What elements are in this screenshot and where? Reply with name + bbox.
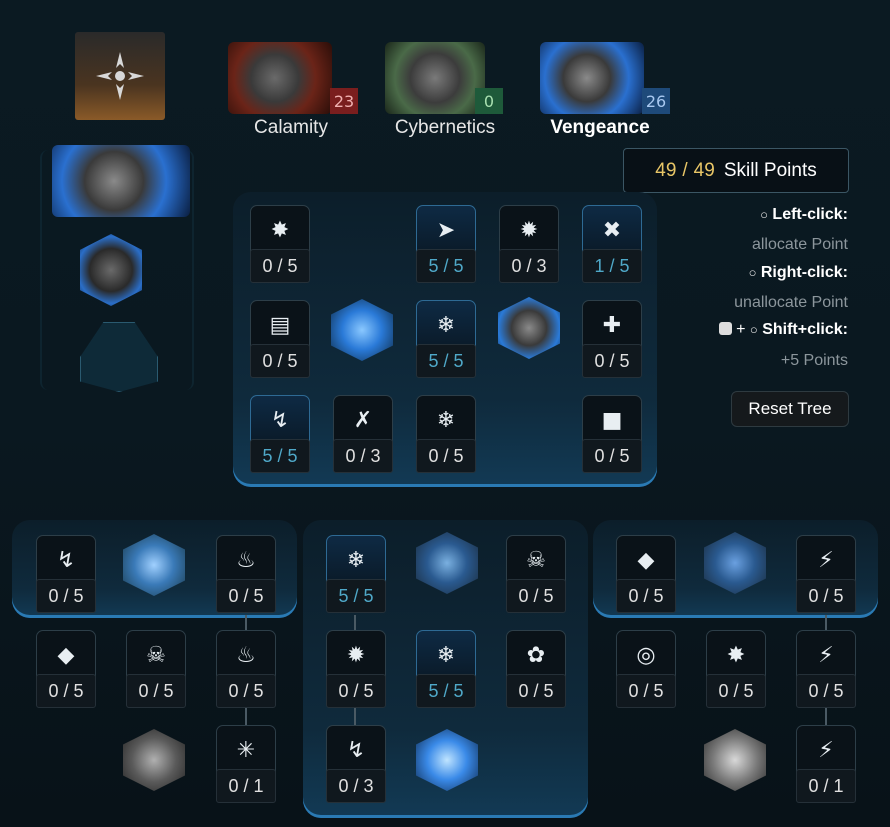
shift-key-icon — [718, 322, 732, 335]
skill-node[interactable]: ☠ 0 / 5 — [506, 535, 566, 613]
spiked-gear-icon: ✹ — [326, 630, 386, 680]
skill-node[interactable]: ☠ 0 / 5 — [126, 630, 186, 708]
skill-node[interactable]: ▤ 0 / 5 — [250, 300, 310, 378]
burst-icon: ✳ — [216, 725, 276, 775]
skill-node[interactable]: ✳ 0 / 1 — [216, 725, 276, 803]
skill-node[interactable]: ➤ 5 / 5 — [416, 205, 476, 283]
frost-swirl-icon: ↯ — [326, 725, 386, 775]
turret-icon: ▤ — [250, 300, 310, 350]
skill-node[interactable]: ✹ 0 / 3 — [499, 205, 559, 283]
spec-vengeance[interactable]: 26 — [540, 42, 670, 114]
skill-points-label: Skill Points — [723, 159, 817, 181]
gear-target-icon: ✸ — [250, 205, 310, 255]
swirl-icon: ↯ — [36, 535, 96, 585]
snowflake-cross-icon: ❄ — [326, 535, 386, 585]
skill-node[interactable]: ✖ 1 / 5 — [582, 205, 642, 283]
help-left-click: ○ Left-click: — [760, 206, 848, 223]
key-passive-storm-gauntlet[interactable] — [700, 528, 770, 598]
lightning-icon: ⚡ — [796, 535, 856, 585]
key-passive-frost-crystal[interactable] — [327, 295, 397, 365]
skill-node[interactable]: ✸ 0 / 5 — [706, 630, 766, 708]
key-passive-frost-blade[interactable] — [412, 528, 482, 598]
skill-node[interactable]: ♨ 0 / 5 — [216, 535, 276, 613]
portrait-frame — [40, 150, 194, 390]
key-passive-blue-flame[interactable] — [412, 725, 482, 795]
lightning-strike-icon: ⚡ — [796, 630, 856, 680]
skill-node[interactable]: ⚡ 0 / 5 — [796, 535, 856, 613]
key-passive-cryo-core[interactable] — [119, 530, 189, 600]
spec-name-cybernetics: Cybernetics — [394, 117, 496, 138]
fire-icon: ♨ — [216, 630, 276, 680]
spec-points-badge: 26 — [642, 88, 670, 114]
help-left-desc: allocate Point — [751, 236, 848, 253]
spiked-orb-icon: ✹ — [499, 205, 559, 255]
help-shift-click: + ○ Shift+click: — [718, 321, 848, 339]
skill-node[interactable]: ♨ 0 / 5 — [216, 630, 276, 708]
target-icon: ◎ — [616, 630, 676, 680]
robot-icon: ■ — [582, 395, 642, 445]
skill-node[interactable]: ⚡ 0 / 1 — [796, 725, 856, 803]
frost-shield-icon: ❄ — [416, 630, 476, 680]
skill-node[interactable]: ↯ 5 / 5 — [250, 395, 310, 473]
skill-node[interactable]: ✚ 0 / 5 — [582, 300, 642, 378]
skill-node[interactable]: ■ 0 / 5 — [582, 395, 642, 473]
crossed-tools-icon: ✗ — [333, 395, 393, 445]
skull-frost-icon: ☠ — [506, 535, 566, 585]
spec-name-calamity: Calamity — [254, 117, 328, 138]
skill-node[interactable]: ◆ 0 / 5 — [36, 630, 96, 708]
crossed-blades-icon: ✖ — [582, 205, 642, 255]
skill-points-display: 49 / 49 Skill Points — [623, 148, 849, 193]
skill-node[interactable]: ◎ 0 / 5 — [616, 630, 676, 708]
shield-icon: ◆ — [36, 630, 96, 680]
crosshair-emblem-icon — [96, 52, 144, 100]
skill-node[interactable]: ↯ 0 / 3 — [326, 725, 386, 803]
skill-node[interactable]: ✿ 0 / 5 — [506, 630, 566, 708]
help-right-click: ○ Right-click: — [748, 264, 848, 281]
skill-node[interactable]: ❄ 0 / 5 — [416, 395, 476, 473]
skill-node[interactable]: ✸ 0 / 5 — [250, 205, 310, 283]
help-shift-desc: +5 Points — [780, 352, 848, 369]
cluster-icon: ✿ — [506, 630, 566, 680]
spec-name-vengeance: Vengeance — [550, 117, 650, 138]
mouse-right-icon: ○ — [748, 265, 757, 280]
lightning-cross-icon: ⚡ — [796, 725, 856, 775]
skill-node[interactable]: ◆ 0 / 5 — [616, 535, 676, 613]
mouse-left-icon: ○ — [760, 207, 768, 222]
skill-node[interactable]: ❄ 5 / 5 — [416, 630, 476, 708]
missiles-icon: ➤ — [416, 205, 476, 255]
medkit-icon: ✚ — [582, 300, 642, 350]
skull-flame-icon: ☠ — [126, 630, 186, 680]
spec-portrait — [228, 42, 332, 114]
skill-points-current: 49 — [655, 159, 677, 181]
spec-calamity[interactable]: 23 — [228, 42, 358, 114]
flame-icon: ♨ — [216, 535, 276, 585]
spec-points-badge: 0 — [475, 88, 503, 114]
drone-icon: ◆ — [616, 535, 676, 585]
skill-node[interactable]: ✹ 0 / 5 — [326, 630, 386, 708]
skill-node[interactable]: ↯ 0 / 5 — [36, 535, 96, 613]
lightning-bolt-icon: ↯ — [250, 395, 310, 445]
key-passive-warrior[interactable] — [119, 725, 189, 795]
spec-portrait — [540, 42, 644, 114]
mouse-icon: ○ — [749, 322, 758, 337]
spec-points-badge: 23 — [330, 88, 358, 114]
skill-node[interactable]: ❄ 5 / 5 — [326, 535, 386, 613]
skill-points-separator: / — [682, 159, 688, 181]
key-passive-silver-crest[interactable] — [700, 725, 770, 795]
skill-node[interactable]: ❄ 5 / 5 — [416, 300, 476, 378]
skill-node[interactable]: ⚡ 0 / 5 — [796, 630, 856, 708]
reset-tree-button[interactable]: Reset Tree — [731, 391, 849, 427]
class-emblem — [75, 32, 165, 120]
frost-shield-icon: ❄ — [416, 300, 476, 350]
spec-cybernetics[interactable]: 0 — [385, 42, 515, 114]
skill-node[interactable]: ✗ 0 / 3 — [333, 395, 393, 473]
help-right-desc: unallocate Point — [734, 294, 848, 311]
key-passive-vengeance-avatar[interactable] — [494, 293, 564, 363]
spec-portrait — [385, 42, 485, 114]
snowflake-icon: ❄ — [416, 395, 476, 445]
star-burst-icon: ✸ — [706, 630, 766, 680]
skill-points-max: 49 — [693, 159, 715, 181]
